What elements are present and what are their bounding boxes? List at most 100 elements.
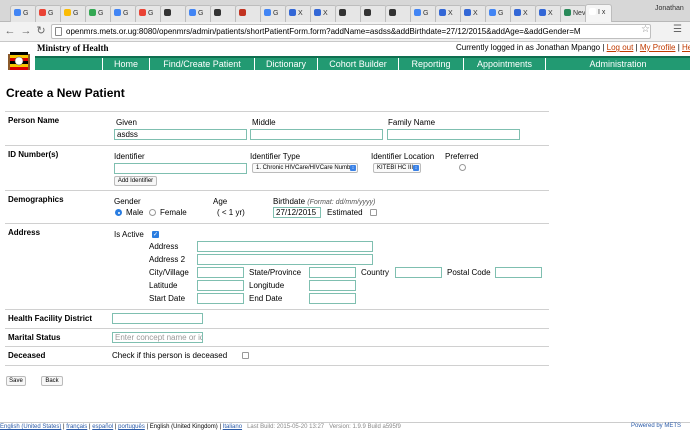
page-icon: [55, 27, 62, 36]
tab-favicon-icon: [439, 9, 446, 16]
browser-tab[interactable]: X: [535, 5, 562, 22]
browser-tab[interactable]: G: [410, 5, 437, 22]
nav-administration[interactable]: Administration: [545, 58, 690, 70]
nav-cohort-builder[interactable]: Cohort Builder: [317, 58, 398, 70]
browser-tab[interactable]: G: [135, 5, 162, 22]
tab-label: G: [73, 10, 79, 17]
browser-tab[interactable]: Nev: [560, 5, 587, 22]
back-button[interactable]: Back: [41, 376, 63, 386]
given-name-input[interactable]: asdss: [114, 129, 247, 140]
back-arrow-icon[interactable]: ←: [3, 24, 17, 38]
address-input[interactable]: [197, 241, 373, 252]
lang-it-link[interactable]: Italiano: [223, 424, 242, 430]
add-identifier-button[interactable]: Add Identifier: [114, 176, 157, 186]
browser-profile-name[interactable]: Jonathan: [655, 5, 684, 12]
browser-tab[interactable]: [160, 5, 187, 22]
browser-tab[interactable]: G: [110, 5, 137, 22]
reload-icon[interactable]: ↻: [34, 24, 48, 38]
id-numbers-heading: ID Number(s): [8, 150, 59, 159]
postal-code-input[interactable]: [495, 267, 542, 278]
middle-name-input[interactable]: [250, 129, 383, 140]
is-active-checkbox[interactable]: ✓: [152, 231, 159, 238]
state-input[interactable]: [309, 267, 356, 278]
family-name-input[interactable]: [387, 129, 520, 140]
start-date-label: Start Date: [149, 294, 186, 303]
tab-favicon-icon: [314, 9, 321, 16]
female-radio[interactable]: [149, 209, 156, 216]
powered-by-text: Powered by METS: [631, 423, 682, 429]
browser-tab[interactable]: X: [435, 5, 462, 22]
identifier-input[interactable]: [114, 163, 247, 174]
preferred-radio[interactable]: [459, 164, 466, 171]
postal-code-label: Postal Code: [447, 268, 491, 277]
tab-favicon-icon: [289, 9, 296, 16]
chevron-down-icon: ↕: [413, 165, 419, 171]
country-input[interactable]: [395, 267, 442, 278]
tab-favicon-icon: [514, 9, 521, 16]
nav-find-create-patient[interactable]: Find/Create Patient: [149, 58, 254, 70]
bookmark-star-icon[interactable]: ☆: [641, 24, 650, 35]
browser-tab[interactable]: G: [10, 5, 37, 22]
forward-arrow-icon[interactable]: →: [19, 24, 33, 38]
logout-link[interactable]: Log out: [607, 43, 634, 52]
browser-tab[interactable]: G: [85, 5, 112, 22]
browser-tab[interactable]: G: [260, 5, 287, 22]
browser-tab[interactable]: G: [35, 5, 62, 22]
my-profile-link[interactable]: My Profile: [640, 43, 676, 52]
browser-tab[interactable]: [335, 5, 362, 22]
browser-tab[interactable]: [385, 5, 412, 22]
deceased-checkbox[interactable]: [242, 352, 249, 359]
browser-tab[interactable]: X: [460, 5, 487, 22]
browser-tab[interactable]: G: [185, 5, 212, 22]
address-heading: Address: [8, 228, 41, 237]
lang-fr-link[interactable]: français: [66, 424, 87, 430]
browser-tab-strip: G G G G G G G G X X G X X G X X Nev I x: [0, 0, 690, 23]
tab-favicon-icon: [364, 9, 371, 16]
lang-en-gb-current: English (United Kingdom): [149, 424, 218, 430]
address2-input[interactable]: [197, 254, 373, 265]
help-link[interactable]: Help: [682, 43, 690, 52]
nav-appointments[interactable]: Appointments: [463, 58, 545, 70]
start-date-input[interactable]: [197, 293, 244, 304]
build-info: Last Build: 2015-05-20 13:27: [247, 424, 325, 430]
marital-status-input[interactable]: Enter concept name or id: [112, 332, 203, 343]
longitude-input[interactable]: [309, 280, 356, 291]
browser-tab[interactable]: X: [310, 5, 337, 22]
end-date-label: End Date: [249, 294, 283, 303]
browser-tab[interactable]: [210, 5, 237, 22]
male-radio[interactable]: [115, 209, 122, 216]
given-label: Given: [116, 118, 137, 127]
estimated-checkbox[interactable]: [370, 209, 377, 216]
nav-dictionary[interactable]: Dictionary: [254, 58, 317, 70]
city-input[interactable]: [197, 267, 244, 278]
chevron-down-icon: ↕: [350, 165, 356, 171]
browser-tab[interactable]: I x: [585, 4, 612, 23]
tab-favicon-icon: [264, 9, 271, 16]
estimated-label: Estimated: [327, 208, 363, 217]
section-divider: [5, 111, 549, 112]
identifier-type-select[interactable]: 1. Chronic HIVCare/HIVCare Number ↕: [252, 163, 358, 173]
birthdate-input[interactable]: 27/12/2015: [273, 207, 321, 218]
browser-tab[interactable]: [235, 5, 262, 22]
identifier-location-select[interactable]: KITEBI HC III ↕: [373, 163, 421, 173]
nav-home[interactable]: Home: [102, 58, 149, 70]
browser-tab[interactable]: X: [510, 5, 537, 22]
save-button[interactable]: Save: [6, 376, 26, 386]
browser-tab[interactable]: X: [285, 5, 312, 22]
lang-en-us-link[interactable]: English (United States): [0, 424, 61, 430]
browser-menu-icon[interactable]: ☰: [673, 24, 682, 35]
nav-reporting[interactable]: Reporting: [398, 58, 463, 70]
browser-tab[interactable]: [360, 5, 387, 22]
tab-label: G: [423, 10, 429, 17]
address-bar[interactable]: openmrs.mets.or.ug:8080/openmrs/admin/pa…: [51, 24, 651, 39]
city-label: City/Village: [149, 268, 189, 277]
health-facility-district-input[interactable]: [112, 313, 203, 324]
latitude-input[interactable]: [197, 280, 244, 291]
lang-es-link[interactable]: español: [92, 424, 113, 430]
lang-pt-link[interactable]: português: [118, 424, 145, 430]
end-date-input[interactable]: [309, 293, 356, 304]
browser-tab[interactable]: G: [60, 5, 87, 22]
browser-tab[interactable]: G: [485, 5, 512, 22]
tab-label: X: [523, 10, 528, 17]
section-divider: [5, 190, 549, 191]
